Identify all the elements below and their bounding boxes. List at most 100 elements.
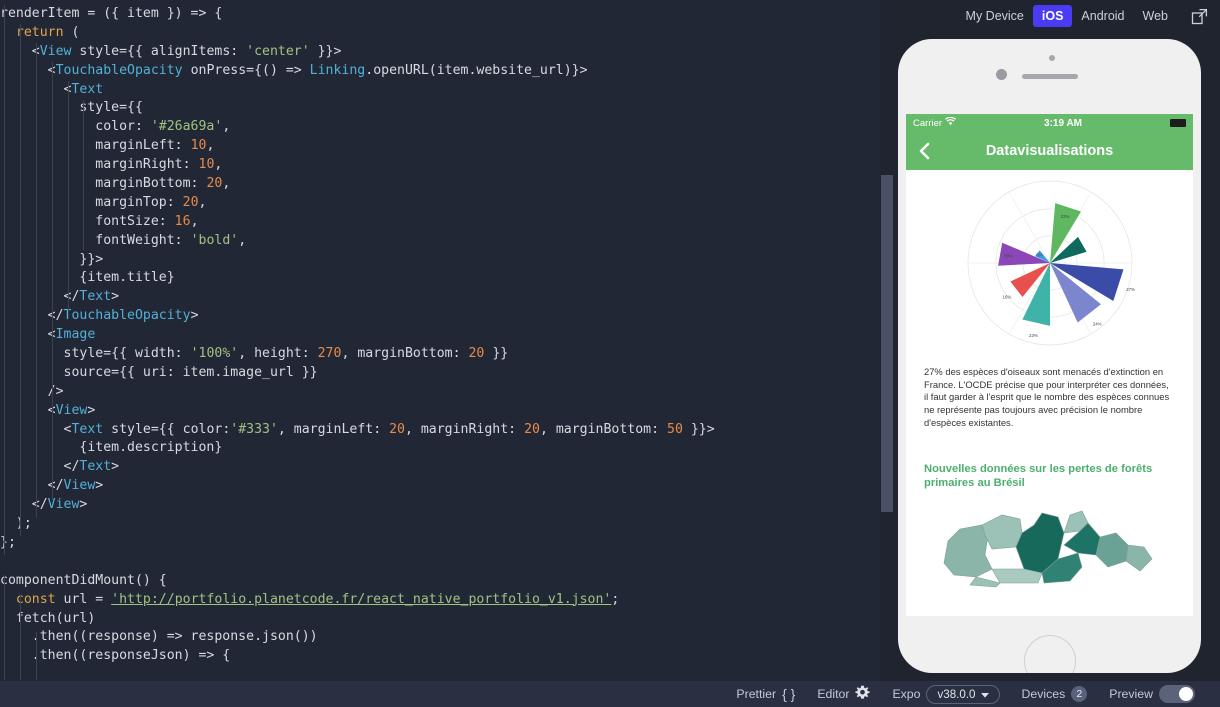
indent-guide bbox=[68, 81, 69, 311]
code-token: style={{ width: bbox=[0, 346, 191, 361]
code-text[interactable]: renderItem = ({ item }) => { return ( <V… bbox=[0, 5, 880, 666]
code-token: , marginBottom: bbox=[540, 422, 667, 437]
code-token: </ bbox=[0, 459, 79, 474]
code-line: .then((responseJson) => { bbox=[0, 647, 880, 666]
code-token: color: bbox=[0, 119, 151, 134]
code-line: </View> bbox=[0, 477, 880, 496]
preview-toggle-group[interactable]: Preview bbox=[1098, 681, 1206, 707]
code-token bbox=[0, 592, 16, 607]
indent-guide bbox=[20, 24, 21, 536]
home-button[interactable] bbox=[1024, 635, 1076, 673]
indent-guide bbox=[52, 62, 53, 500]
tab-web[interactable]: Web bbox=[1134, 5, 1177, 27]
code-editor-pane[interactable]: renderItem = ({ item }) => { return ( <V… bbox=[0, 0, 894, 681]
code-line: color: '#26a69a', bbox=[0, 118, 880, 137]
code-token: return bbox=[16, 25, 64, 40]
editor-settings-button[interactable]: Editor bbox=[806, 681, 881, 707]
code-line bbox=[0, 553, 880, 572]
brazil-map-image bbox=[906, 491, 1193, 588]
toggle-knob bbox=[1179, 687, 1193, 701]
code-token: marginBottom: bbox=[0, 176, 206, 191]
code-token: </ bbox=[0, 478, 64, 493]
code-token bbox=[0, 25, 16, 40]
code-token: ; bbox=[611, 592, 619, 607]
code-token: marginTop: bbox=[0, 195, 183, 210]
code-token: ( bbox=[64, 25, 80, 40]
preview-label: Preview bbox=[1109, 687, 1153, 701]
code-token: , bbox=[222, 176, 230, 191]
code-token: style={{ color: bbox=[103, 422, 230, 437]
prettier-button[interactable]: Prettier { } bbox=[725, 681, 806, 707]
code-token: 'center' bbox=[246, 44, 310, 59]
indent-guide bbox=[20, 594, 21, 680]
code-token: </ bbox=[0, 497, 48, 512]
code-token: marginLeft: bbox=[0, 138, 191, 153]
code-line: marginRight: 10, bbox=[0, 156, 880, 175]
code-token: 20 bbox=[206, 176, 222, 191]
expo-version-value: v38.0.0 bbox=[937, 688, 975, 701]
code-line: componentDidMount() { bbox=[0, 572, 880, 591]
code-token: source={{ uri: item.image_url }} bbox=[0, 365, 318, 380]
code-token: > bbox=[79, 497, 87, 512]
code-token: }} bbox=[484, 346, 508, 361]
code-token: , bbox=[222, 119, 230, 134]
code-line: <Image bbox=[0, 326, 880, 345]
code-token: fontWeight: bbox=[0, 233, 191, 248]
status-bar-left: Carrier bbox=[913, 117, 956, 129]
code-token: 10 bbox=[191, 138, 207, 153]
proximity-sensor-icon bbox=[1049, 55, 1055, 61]
editor-scrollbar-thumb[interactable] bbox=[881, 175, 893, 512]
code-line: fontSize: 16, bbox=[0, 213, 880, 232]
code-token: TouchableOpacity bbox=[64, 308, 191, 323]
code-line: <View style={{ alignItems: 'center' }}> bbox=[0, 43, 880, 62]
gear-icon bbox=[855, 685, 870, 703]
indent-guide bbox=[83, 100, 84, 250]
tab-android[interactable]: Android bbox=[1072, 5, 1133, 27]
code-line: const url = 'http://portfolio.planetcode… bbox=[0, 591, 880, 610]
external-link-icon[interactable] bbox=[1191, 8, 1208, 25]
code-token: '#26a69a' bbox=[151, 119, 222, 134]
code-line: fontWeight: 'bold', bbox=[0, 232, 880, 251]
next-article-title[interactable]: Nouvelles données sur les pertes de forê… bbox=[906, 430, 1193, 491]
tab-my-device[interactable]: My Device bbox=[957, 5, 1033, 27]
rose-chart-svg: 27%24%23%16%19%6%22%19% bbox=[945, 175, 1155, 360]
expo-version-pill[interactable]: v38.0.0 bbox=[926, 685, 999, 704]
code-token: {item.title} bbox=[0, 270, 175, 285]
devices-count-badge: 2 bbox=[1071, 686, 1087, 702]
rose-wedge-label: 24% bbox=[1092, 321, 1101, 326]
code-token: '100%' bbox=[191, 346, 239, 361]
code-token: View bbox=[40, 44, 72, 59]
rose-wedge-label: 16% bbox=[1002, 294, 1011, 299]
code-token: .then((response) => response.json()) bbox=[0, 629, 318, 644]
code-line: style={{ bbox=[0, 99, 880, 118]
code-token: Image bbox=[56, 327, 96, 342]
screen-scroll-content[interactable]: 27%24%23%16%19%6%22%19% 27% des espèces … bbox=[906, 170, 1193, 616]
code-line: </View> bbox=[0, 496, 880, 515]
code-token: < bbox=[0, 327, 56, 342]
device-screen[interactable]: Carrier 3:19 AM bbox=[906, 114, 1193, 616]
rose-wedge-label: 23% bbox=[1029, 333, 1038, 338]
chevron-left-icon[interactable] bbox=[914, 141, 934, 161]
code-token: Text bbox=[79, 459, 111, 474]
code-token: marginRight: bbox=[0, 157, 199, 172]
code-token: .then((responseJson) => { bbox=[0, 648, 230, 663]
tab-ios[interactable]: iOS bbox=[1033, 5, 1073, 27]
code-line: ); bbox=[0, 515, 880, 534]
rose-wedge-label: 6% bbox=[1036, 252, 1042, 257]
code-line: </Text> bbox=[0, 288, 880, 307]
code-line: <TouchableOpacity onPress={() => Linking… bbox=[0, 62, 880, 81]
article-description: 27% des espèces d'oiseaux sont menacés d… bbox=[906, 360, 1193, 430]
editor-label: Editor bbox=[817, 687, 849, 701]
snack-editor-app: renderItem = ({ item }) => { return ( <V… bbox=[0, 0, 1220, 707]
code-line: {item.title} bbox=[0, 269, 880, 288]
code-token: renderItem = ({ item }) => { bbox=[0, 6, 222, 21]
code-token: 'http://portfolio.planetcode.fr/react_na… bbox=[111, 592, 611, 607]
devices-button[interactable]: Devices 2 bbox=[1011, 681, 1099, 707]
expo-version-selector[interactable]: Expo v38.0.0 bbox=[881, 681, 1010, 707]
code-line: fetch(url) bbox=[0, 610, 880, 629]
editor-scrollbar-track[interactable] bbox=[880, 0, 894, 681]
code-line: }}> bbox=[0, 251, 880, 270]
preview-toggle[interactable] bbox=[1159, 685, 1195, 703]
code-token: 'bold' bbox=[191, 233, 239, 248]
code-line: style={{ width: '100%', height: 270, mar… bbox=[0, 345, 880, 364]
